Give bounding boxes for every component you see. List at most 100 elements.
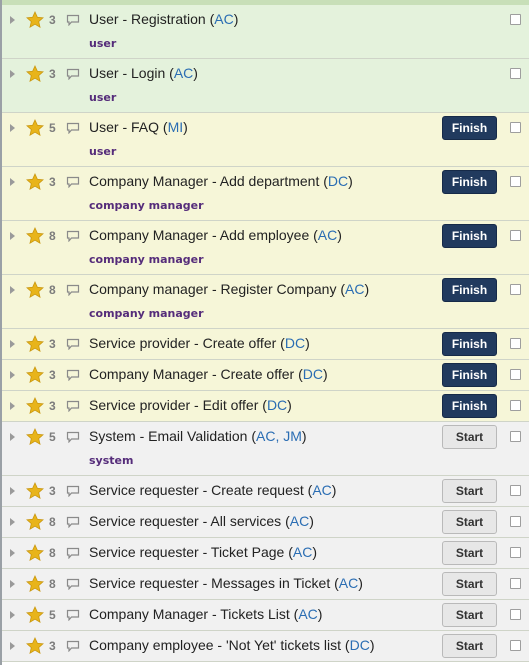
story-points: 8 (49, 546, 56, 560)
story-row[interactable]: 5 User - FAQ (MI) user Finish (2, 113, 529, 167)
speech-bubble-icon[interactable] (66, 68, 80, 80)
select-checkbox[interactable] (510, 431, 521, 442)
finish-button[interactable]: Finish (442, 363, 497, 387)
select-checkbox[interactable] (510, 230, 521, 241)
owner-initials: DC (349, 637, 370, 653)
finish-button[interactable]: Finish (442, 278, 497, 302)
story-row[interactable]: 3 Company Manager - Add department (DC) co… (2, 167, 529, 221)
speech-bubble-icon[interactable] (66, 609, 80, 621)
finish-button[interactable]: Finish (442, 224, 497, 248)
story-row[interactable]: 3 User - Registration (AC) user (2, 5, 529, 59)
start-button[interactable]: Start (442, 541, 497, 565)
story-title-text: Company manager - Register Company (89, 281, 341, 297)
select-checkbox[interactable] (510, 578, 521, 589)
story-label[interactable]: system (89, 454, 133, 467)
select-checkbox[interactable] (510, 14, 521, 25)
expand-triangle-icon[interactable] (10, 178, 15, 186)
story-label[interactable]: company manager (89, 253, 204, 266)
finish-button[interactable]: Finish (442, 332, 497, 356)
select-checkbox[interactable] (510, 338, 521, 349)
select-checkbox[interactable] (510, 400, 521, 411)
expand-triangle-icon[interactable] (10, 549, 15, 557)
speech-bubble-icon[interactable] (66, 176, 80, 188)
story-row[interactable]: 8 Company manager - Register Company (AC)… (2, 275, 529, 329)
owner-initials: AC (173, 65, 194, 81)
select-checkbox[interactable] (510, 369, 521, 380)
story-row[interactable]: 8 Company Manager - Add employee (AC) comp… (2, 221, 529, 275)
expand-triangle-icon[interactable] (10, 518, 15, 526)
select-checkbox[interactable] (510, 609, 521, 620)
star-icon (26, 637, 44, 655)
speech-bubble-icon[interactable] (66, 230, 80, 242)
select-checkbox[interactable] (510, 640, 521, 651)
story-label[interactable]: user (89, 91, 116, 104)
story-label[interactable]: user (89, 145, 116, 158)
select-checkbox[interactable] (510, 176, 521, 187)
star-icon (26, 606, 44, 624)
expand-triangle-icon[interactable] (10, 642, 15, 650)
story-row[interactable]: 3 User - Login (AC) user (2, 59, 529, 113)
owner-initials: AC (338, 575, 359, 591)
expand-triangle-icon[interactable] (10, 433, 15, 441)
expand-triangle-icon[interactable] (10, 580, 15, 588)
owner-initials: AC (289, 513, 310, 529)
expand-triangle-icon[interactable] (10, 286, 15, 294)
speech-bubble-icon[interactable] (66, 284, 80, 296)
story-row[interactable]: 8 Service requester - Messages in Ticket … (2, 569, 529, 600)
select-checkbox[interactable] (510, 485, 521, 496)
story-points: 3 (49, 484, 56, 498)
select-checkbox[interactable] (510, 68, 521, 79)
expand-triangle-icon[interactable] (10, 371, 15, 379)
speech-bubble-icon[interactable] (66, 122, 80, 134)
speech-bubble-icon[interactable] (66, 547, 80, 559)
speech-bubble-icon[interactable] (66, 369, 80, 381)
story-title-text: User - Registration (89, 11, 206, 27)
expand-triangle-icon[interactable] (10, 232, 15, 240)
story-row[interactable]: 3 Company Manager - Create offer (DC) Fini… (2, 360, 529, 391)
speech-bubble-icon[interactable] (66, 400, 80, 412)
expand-triangle-icon[interactable] (10, 340, 15, 348)
finish-button[interactable]: Finish (442, 394, 497, 418)
story-label[interactable]: user (89, 37, 116, 50)
start-button[interactable]: Start (442, 510, 497, 534)
select-checkbox[interactable] (510, 516, 521, 527)
story-row[interactable]: 3 Company employee - 'Not Yet' tickets li… (2, 631, 529, 662)
story-row[interactable]: 3 Service provider - Edit offer (DC) Finis… (2, 391, 529, 422)
expand-triangle-icon[interactable] (10, 611, 15, 619)
speech-bubble-icon[interactable] (66, 516, 80, 528)
speech-bubble-icon[interactable] (66, 485, 80, 497)
story-label[interactable]: company manager (89, 199, 204, 212)
speech-bubble-icon[interactable] (66, 14, 80, 26)
story-row[interactable]: 5 System - Email Validation (AC, JM) syste… (2, 422, 529, 476)
story-row[interactable]: 8 Service requester - Ticket Page (AC) Sta… (2, 538, 529, 569)
speech-bubble-icon[interactable] (66, 431, 80, 443)
start-button[interactable]: Start (442, 634, 497, 658)
expand-triangle-icon[interactable] (10, 487, 15, 495)
start-button[interactable]: Start (442, 603, 497, 627)
story-points: 3 (49, 337, 56, 351)
select-checkbox[interactable] (510, 122, 521, 133)
story-label[interactable]: company manager (89, 307, 204, 320)
select-checkbox[interactable] (510, 284, 521, 295)
story-row[interactable]: 3 Service requester - Create request (AC)… (2, 476, 529, 507)
story-title-text: Company Manager - Add department (89, 173, 320, 189)
speech-bubble-icon[interactable] (66, 640, 80, 652)
expand-triangle-icon[interactable] (10, 402, 15, 410)
story-row[interactable]: 8 Service requester - All services (AC) St… (2, 507, 529, 538)
story-row[interactable]: 3 Service provider - Create offer (DC) Fin… (2, 329, 529, 360)
story-row[interactable]: 5 Company Manager - Tickets List (AC) Star… (2, 600, 529, 631)
start-button[interactable]: Start (442, 425, 497, 449)
speech-bubble-icon[interactable] (66, 338, 80, 350)
story-title-text: Company Manager - Create offer (89, 366, 295, 382)
expand-triangle-icon[interactable] (10, 70, 15, 78)
finish-button[interactable]: Finish (442, 116, 497, 140)
speech-bubble-icon[interactable] (66, 578, 80, 590)
expand-triangle-icon[interactable] (10, 124, 15, 132)
select-checkbox[interactable] (510, 547, 521, 558)
star-icon (26, 119, 44, 137)
start-button[interactable]: Start (442, 572, 497, 596)
start-button[interactable]: Start (442, 479, 497, 503)
expand-triangle-icon[interactable] (10, 16, 15, 24)
finish-button[interactable]: Finish (442, 170, 497, 194)
star-icon (26, 428, 44, 446)
